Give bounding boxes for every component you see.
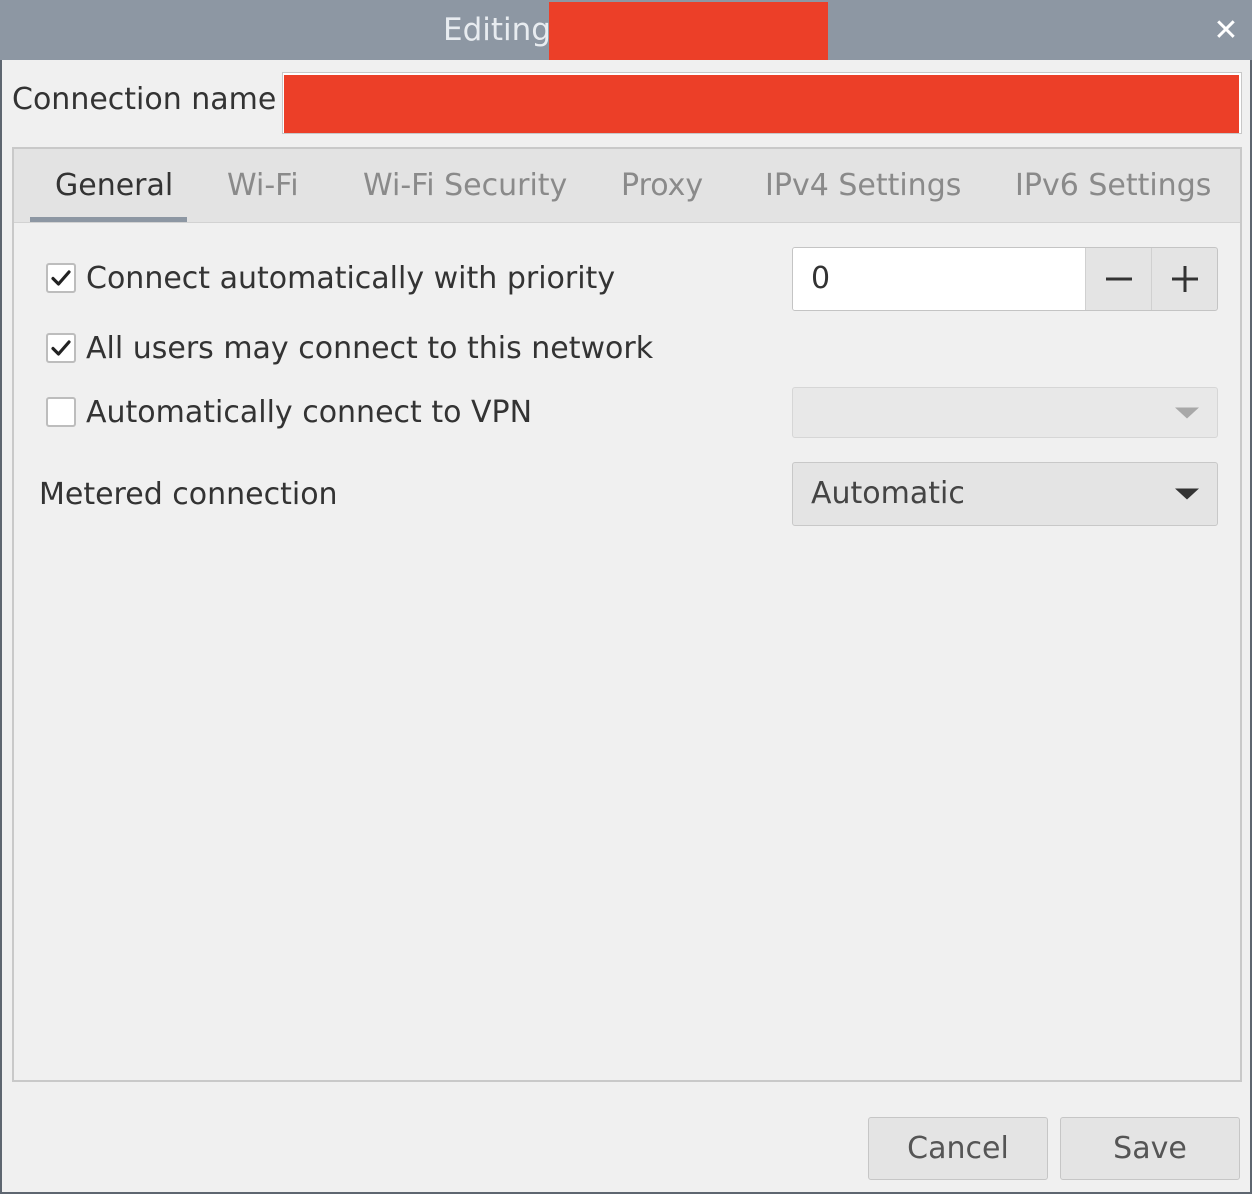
auto-connect-checkbox[interactable] — [46, 263, 76, 293]
metered-select-value: Automatic — [811, 476, 965, 511]
tab-proxy[interactable]: Proxy — [621, 149, 703, 223]
priority-input[interactable]: 0 — [793, 248, 1085, 310]
window-title: Editing — [443, 12, 551, 48]
dropdown-arrow-icon — [1175, 488, 1199, 500]
auto-vpn-checkbox[interactable] — [46, 397, 76, 427]
title-redaction — [549, 2, 828, 60]
dropdown-arrow-icon — [1175, 407, 1199, 418]
connection-name-label: Connection name — [12, 82, 277, 117]
tab-wifi-security[interactable]: Wi-Fi Security — [363, 149, 567, 223]
checkmark-icon — [51, 270, 71, 286]
tab-ipv4-settings[interactable]: IPv4 Settings — [765, 149, 961, 223]
close-icon: ✕ — [1213, 12, 1239, 48]
priority-decrement-button[interactable] — [1085, 248, 1151, 310]
settings-notebook: General Wi-Fi Wi-Fi Security Proxy IPv4 … — [12, 147, 1242, 1082]
priority-increment-button[interactable] — [1151, 248, 1217, 310]
save-button[interactable]: Save — [1060, 1117, 1240, 1180]
plus-icon — [1171, 266, 1198, 292]
checkmark-icon — [51, 340, 71, 356]
close-button[interactable]: ✕ — [1206, 10, 1246, 50]
all-users-checkbox[interactable] — [46, 333, 76, 363]
metered-select[interactable]: Automatic — [792, 462, 1218, 526]
all-users-label: All users may connect to this network — [86, 331, 654, 366]
cancel-button[interactable]: Cancel — [868, 1117, 1048, 1180]
active-tab-indicator — [30, 217, 187, 222]
tab-bar: General Wi-Fi Wi-Fi Security Proxy IPv4 … — [14, 149, 1240, 223]
auto-connect-label: Connect automatically with priority — [86, 261, 616, 296]
tab-wifi[interactable]: Wi-Fi — [227, 149, 299, 223]
connection-name-redaction — [284, 75, 1239, 133]
vpn-select[interactable] — [792, 387, 1218, 438]
tab-ipv6-settings[interactable]: IPv6 Settings — [1015, 149, 1211, 223]
tab-general[interactable]: General — [55, 149, 173, 223]
auto-vpn-label: Automatically connect to VPN — [86, 395, 533, 430]
minus-icon — [1105, 277, 1132, 281]
priority-spinner: 0 — [792, 247, 1218, 311]
metered-connection-label: Metered connection — [39, 477, 338, 512]
title-bar: Editing ✕ — [0, 0, 1252, 60]
connection-name-input[interactable] — [282, 72, 1242, 134]
